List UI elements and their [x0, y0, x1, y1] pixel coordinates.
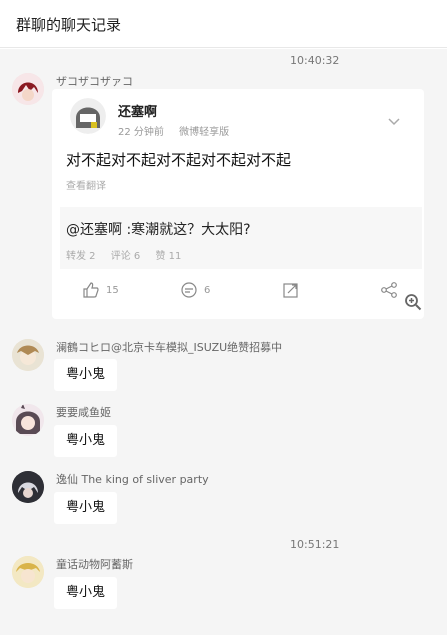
sender-name: 要要咸鱼姬 [56, 406, 111, 419]
avatar[interactable] [12, 471, 44, 503]
comment-count: 评论 6 [110, 251, 141, 262]
message-bubble[interactable]: 粤小鬼 [54, 359, 118, 391]
sender-name: ザコザコザァコ [56, 75, 133, 88]
sender-name: 逸仙 The king of sliver party [56, 473, 209, 486]
comment-icon [181, 282, 197, 298]
timestamp: 10:51:21 [290, 538, 340, 551]
message-bubble[interactable]: 粤小鬼 [54, 577, 118, 609]
share-button[interactable] [380, 281, 404, 299]
weibo-meta: 22 分钟前 微博轻享版 [118, 123, 241, 138]
repost-icon [283, 283, 298, 298]
weibo-source: 微博轻享版 [179, 127, 230, 138]
thumbs-up-icon [83, 282, 99, 298]
timestamp: 10:40:32 [290, 54, 340, 67]
sender-name: 童话动物阿蓄斯 [56, 558, 133, 571]
sender-name: 澜鶴コヒロ@北京卡车模拟_ISUZU绝赞招募中 [56, 341, 283, 354]
chat-history[interactable]: 10:40:32 ザコザコザァコ 还塞啊 22 分钟前 微博轻享版 对不起对不起… [0, 49, 447, 635]
weibo-post-time: 22 分钟前 [118, 127, 164, 138]
comment-count: 6 [204, 284, 211, 296]
quoted-post-stats: 转发 2 评论 6 赞 11 [66, 247, 193, 262]
shared-weibo-card[interactable]: 还塞啊 22 分钟前 微博轻享版 对不起对不起对不起对不起对不起 查看翻译 @还… [52, 89, 424, 319]
message-bubble[interactable]: 粤小鬼 [54, 425, 118, 457]
weibo-avatar[interactable] [70, 98, 106, 134]
like-button[interactable]: 15 [82, 281, 119, 299]
avatar[interactable] [12, 339, 44, 371]
avatar[interactable] [12, 556, 44, 588]
comment-button[interactable]: 6 [180, 281, 210, 299]
like-count: 赞 11 [155, 251, 182, 262]
translate-link[interactable]: 查看翻译 [66, 177, 106, 192]
chevron-down-icon[interactable] [386, 113, 402, 129]
message-bubble[interactable]: 粤小鬼 [54, 492, 118, 524]
title-bar: 群聊的聊天记录 [0, 0, 447, 48]
weibo-post-text: 对不起对不起对不起对不起对不起 [66, 151, 292, 169]
quoted-post[interactable]: @还塞啊 :寒潮就这？大太阳? 转发 2 评论 6 赞 11 [60, 207, 422, 269]
weibo-username[interactable]: 还塞啊 [118, 101, 157, 120]
window-title: 群聊的聊天记录 [16, 16, 122, 34]
quoted-post-text: @还塞啊 :寒潮就这？大太阳? [66, 222, 251, 238]
like-count: 15 [106, 284, 119, 296]
share-icon [381, 282, 397, 298]
repost-count: 转发 2 [66, 251, 96, 262]
zoom-in-icon[interactable] [404, 293, 422, 311]
avatar[interactable] [12, 404, 44, 436]
avatar[interactable] [12, 73, 44, 105]
repost-button[interactable] [282, 281, 306, 299]
